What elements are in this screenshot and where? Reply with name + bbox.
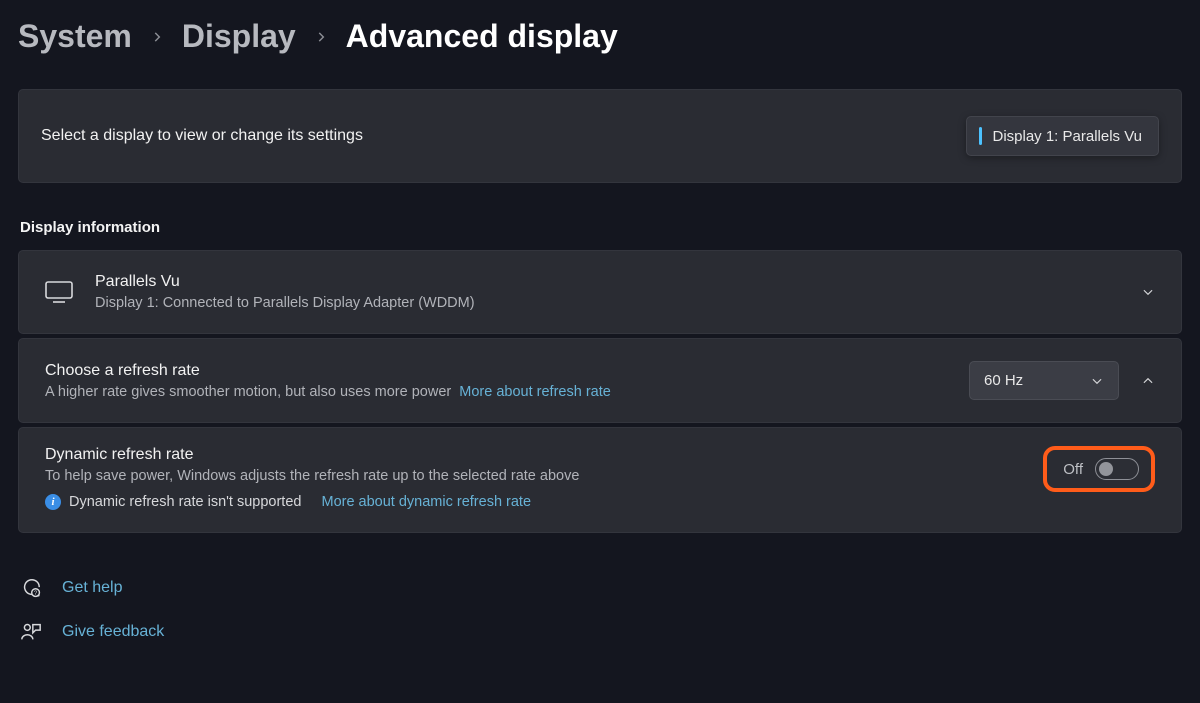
chevron-right-icon bbox=[150, 30, 164, 44]
drr-toggle[interactable] bbox=[1095, 458, 1139, 480]
give-feedback-link[interactable]: Give feedback bbox=[20, 621, 1182, 643]
display-select[interactable]: Display 1: Parallels Vu bbox=[966, 116, 1159, 156]
info-icon: i bbox=[45, 494, 61, 510]
refresh-rate-more-link[interactable]: More about refresh rate bbox=[459, 384, 611, 400]
toggle-knob-icon bbox=[1099, 462, 1113, 476]
section-display-information: Display information bbox=[20, 219, 1182, 236]
drr-toggle-label: Off bbox=[1063, 461, 1083, 478]
get-help-label: Get help bbox=[62, 579, 122, 597]
chevron-up-icon[interactable] bbox=[1141, 374, 1155, 388]
display-info-sub: Display 1: Connected to Parallels Displa… bbox=[95, 295, 475, 311]
drr-info-text: Dynamic refresh rate isn't supported bbox=[69, 494, 301, 510]
drr-title: Dynamic refresh rate bbox=[45, 446, 579, 464]
help-icon: ? bbox=[20, 577, 42, 599]
chevron-down-icon[interactable] bbox=[1141, 285, 1155, 299]
refresh-rate-value: 60 Hz bbox=[984, 372, 1023, 389]
chevron-right-icon bbox=[314, 30, 328, 44]
breadcrumb-system[interactable]: System bbox=[18, 18, 132, 55]
refresh-rate-card: Choose a refresh rate A higher rate give… bbox=[18, 338, 1182, 423]
drr-more-link[interactable]: More about dynamic refresh rate bbox=[321, 494, 531, 510]
page-title: Advanced display bbox=[346, 18, 618, 55]
give-feedback-label: Give feedback bbox=[62, 623, 164, 641]
drr-toggle-highlight: Off bbox=[1043, 446, 1155, 492]
accent-bar-icon bbox=[979, 127, 982, 145]
drr-sub: To help save power, Windows adjusts the … bbox=[45, 468, 579, 484]
select-display-card: Select a display to view or change its s… bbox=[18, 89, 1182, 183]
breadcrumb: System Display Advanced display bbox=[18, 18, 1182, 55]
select-display-label: Select a display to view or change its s… bbox=[41, 127, 363, 145]
refresh-rate-sub-text: A higher rate gives smoother motion, but… bbox=[45, 384, 451, 400]
display-info-card[interactable]: Parallels Vu Display 1: Connected to Par… bbox=[18, 250, 1182, 334]
get-help-link[interactable]: ? Get help bbox=[20, 577, 1182, 599]
monitor-icon bbox=[45, 281, 73, 303]
display-select-value: Display 1: Parallels Vu bbox=[992, 128, 1142, 145]
breadcrumb-display[interactable]: Display bbox=[182, 18, 296, 55]
chevron-down-icon bbox=[1090, 374, 1104, 388]
feedback-icon bbox=[20, 621, 42, 643]
footer-links: ? Get help Give feedback bbox=[18, 577, 1182, 643]
dynamic-refresh-rate-card: Dynamic refresh rate To help save power,… bbox=[18, 427, 1182, 533]
refresh-rate-sub: A higher rate gives smoother motion, but… bbox=[45, 384, 611, 400]
refresh-rate-title: Choose a refresh rate bbox=[45, 362, 611, 380]
refresh-rate-select[interactable]: 60 Hz bbox=[969, 361, 1119, 400]
display-info-title: Parallels Vu bbox=[95, 273, 475, 291]
